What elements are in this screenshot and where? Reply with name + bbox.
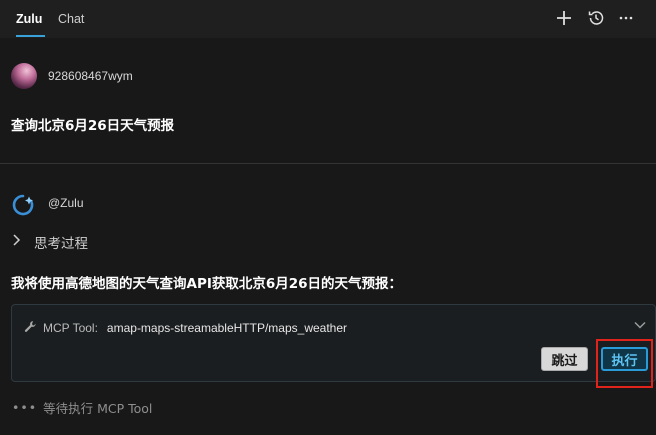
status-line: ••• 等待执行 MCP Tool	[12, 398, 152, 417]
assistant-name: @Zulu	[48, 196, 84, 210]
status-text: 等待执行 MCP Tool	[43, 401, 153, 416]
zulu-logo-icon	[11, 193, 35, 217]
loading-dots-icon: •••	[12, 400, 38, 415]
active-tab-indicator	[16, 35, 45, 37]
tool-info: MCP Tool: amap-maps-streamableHTTP/maps_…	[24, 320, 347, 336]
mcp-tool-card: MCP Tool: amap-maps-streamableHTTP/maps_…	[11, 304, 656, 382]
thinking-toggle[interactable]: 思考过程	[12, 233, 88, 252]
wrench-icon	[24, 320, 37, 336]
highlight-box	[596, 339, 653, 388]
header-bar: Zulu Chat	[0, 0, 656, 38]
plus-icon[interactable]	[554, 8, 574, 28]
thinking-label: 思考过程	[34, 236, 88, 252]
tab-chat[interactable]: Chat	[58, 11, 84, 27]
tool-label: MCP Tool:	[43, 321, 98, 335]
tab-zulu[interactable]: Zulu	[16, 11, 42, 27]
assistant-message-text: 我将使用高德地图的天气查询API获取北京6月26日的天气预报：	[11, 276, 403, 292]
message-divider	[0, 163, 656, 164]
tool-name: amap-maps-streamableHTTP/maps_weather	[106, 321, 348, 335]
more-icon[interactable]	[616, 8, 636, 28]
chevron-down-icon[interactable]	[633, 317, 649, 333]
skip-button[interactable]: 跳过	[541, 347, 588, 371]
user-avatar	[11, 63, 37, 89]
user-message-text: 查询北京6月26日天气预报	[11, 118, 175, 134]
chevron-right-icon	[12, 234, 28, 250]
username: 928608467wym	[48, 69, 133, 83]
history-icon[interactable]	[586, 8, 606, 28]
